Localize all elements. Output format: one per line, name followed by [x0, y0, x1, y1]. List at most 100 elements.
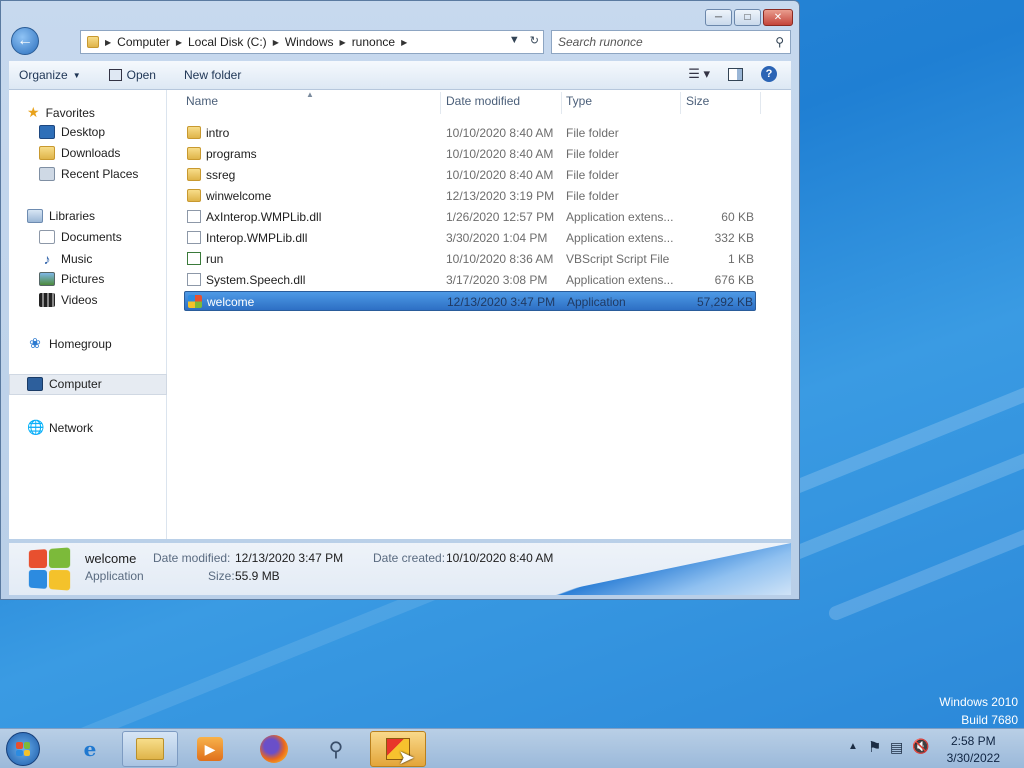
- downloads-icon: [39, 146, 55, 160]
- column-header-type[interactable]: Type: [566, 94, 592, 108]
- file-type: Application extens...: [566, 231, 674, 245]
- nav-desktop-label: Desktop: [61, 125, 106, 139]
- column-divider[interactable]: [760, 92, 761, 114]
- windows-logo-icon: [28, 547, 71, 591]
- address-controls: ▼ ↻: [509, 34, 539, 47]
- internet-explorer-taskbar-button[interactable]: e: [62, 731, 118, 767]
- file-type: Application extens...: [566, 273, 674, 287]
- close-button[interactable]: ✕: [763, 9, 793, 26]
- caption-buttons: ─ □ ✕: [705, 9, 793, 26]
- explorer-content: ★ Favorites Desktop Downloads Recent Pla…: [9, 90, 791, 539]
- explorer-taskbar-button[interactable]: [122, 731, 178, 767]
- media-player-taskbar-button[interactable]: ▶: [182, 731, 238, 767]
- help-icon[interactable]: ?: [761, 66, 777, 82]
- file-row[interactable]: System.Speech.dll 3/17/2020 3:08 PM Appl…: [184, 270, 756, 290]
- organize-label: Organize: [19, 68, 68, 82]
- column-divider[interactable]: [680, 92, 681, 114]
- firefox-taskbar-button[interactable]: [246, 731, 302, 767]
- file-type: Application: [567, 295, 626, 309]
- start-logo-yellow: [23, 749, 30, 756]
- dll-file-icon: [187, 210, 201, 223]
- file-type: File folder: [566, 126, 619, 140]
- back-button[interactable]: ←: [11, 27, 39, 55]
- nav-homegroup-label: Homegroup: [49, 336, 112, 351]
- nav-downloads[interactable]: Downloads: [39, 146, 120, 160]
- nav-pictures[interactable]: Pictures: [39, 272, 104, 286]
- folder-icon: [187, 126, 201, 139]
- nav-network[interactable]: 🌐 Network: [27, 419, 93, 436]
- breadcrumb-computer[interactable]: Computer: [117, 35, 170, 49]
- nav-music[interactable]: ♪ Music: [39, 251, 93, 267]
- maximize-button[interactable]: □: [734, 9, 761, 26]
- chevron-right-icon[interactable]: ▶: [176, 38, 182, 47]
- details-size: 55.9 MB: [235, 569, 280, 583]
- file-date: 1/26/2020 12:57 PM: [446, 210, 555, 224]
- nav-network-label: Network: [49, 420, 94, 435]
- taskbar-clock[interactable]: 2:58 PM 3/30/2022: [947, 733, 1000, 767]
- back-arrow-icon: ←: [17, 32, 33, 49]
- desktop-watermark: Windows 2010 Build 7680: [939, 693, 1018, 729]
- file-type: File folder: [566, 147, 619, 161]
- nav-libraries[interactable]: Libraries: [27, 209, 95, 223]
- dropdown-arrow-icon[interactable]: ▼: [509, 34, 520, 47]
- column-header-size[interactable]: Size: [686, 94, 709, 108]
- file-row-selected[interactable]: welcome 12/13/2020 3:47 PM Application 5…: [184, 291, 756, 311]
- nav-downloads-label: Downloads: [61, 146, 121, 160]
- file-row[interactable]: intro 10/10/2020 8:40 AM File folder: [184, 123, 756, 143]
- chevron-right-icon[interactable]: ▶: [105, 38, 111, 47]
- application-icon: [188, 295, 202, 308]
- nav-music-label: Music: [61, 252, 93, 266]
- chevron-right-icon[interactable]: ▶: [340, 38, 346, 47]
- column-divider[interactable]: [561, 92, 562, 114]
- new-folder-button[interactable]: New folder: [184, 68, 241, 82]
- minimize-button[interactable]: ─: [705, 9, 732, 26]
- details-pane: welcome Application Date modified: 12/13…: [9, 543, 791, 595]
- chevron-right-icon[interactable]: ▶: [401, 38, 407, 47]
- system-tray: ▲ ⚑ ▤ 🔇 2:58 PM 3/30/2022: [834, 729, 1024, 768]
- firefox-icon: [260, 735, 288, 763]
- breadcrumb-windows[interactable]: Windows: [285, 35, 334, 49]
- breadcrumb-local-disk[interactable]: Local Disk (C:): [188, 35, 267, 49]
- open-label: Open: [126, 68, 156, 82]
- start-button[interactable]: [6, 732, 40, 766]
- view-controls: ☰ ▾ ?: [688, 66, 777, 82]
- nav-videos-label: Videos: [61, 293, 98, 307]
- nav-libraries-label: Libraries: [49, 209, 96, 223]
- file-row[interactable]: run 10/10/2020 8:36 AM VBScript Script F…: [184, 249, 756, 269]
- star-icon: ★: [27, 104, 40, 120]
- nav-recent-places[interactable]: Recent Places: [39, 167, 138, 181]
- file-row[interactable]: ssreg 10/10/2020 8:40 AM File folder: [184, 165, 756, 185]
- column-header-name[interactable]: Name: [186, 94, 218, 108]
- open-button[interactable]: Open: [108, 68, 156, 82]
- network-status-icon[interactable]: ▤: [890, 739, 903, 756]
- show-hidden-icons-icon[interactable]: ▲: [848, 741, 858, 752]
- preview-pane-icon[interactable]: [728, 67, 743, 81]
- breadcrumb-runonce[interactable]: runonce: [352, 35, 395, 49]
- chevron-right-icon[interactable]: ▶: [273, 38, 279, 47]
- column-divider[interactable]: [440, 92, 441, 114]
- nav-desktop[interactable]: Desktop: [39, 125, 105, 139]
- file-row[interactable]: Interop.WMPLib.dll 3/30/2020 1:04 PM App…: [184, 228, 756, 248]
- search-tool-taskbar-button[interactable]: ⚲: [308, 731, 364, 767]
- search-input[interactable]: Search runonce ⚲: [551, 30, 791, 54]
- organize-button[interactable]: Organize ▼: [19, 68, 81, 82]
- file-date: 10/10/2020 8:40 AM: [446, 147, 554, 161]
- file-size: 1 KB: [727, 252, 754, 266]
- address-bar[interactable]: ▶ Computer ▶ Local Disk (C:) ▶ Windows ▶…: [80, 30, 544, 54]
- column-header-date-modified[interactable]: Date modified: [446, 94, 520, 108]
- nav-documents[interactable]: Documents: [39, 230, 122, 244]
- file-type: File folder: [566, 189, 619, 203]
- nav-computer[interactable]: Computer: [27, 377, 102, 391]
- libraries-icon: [27, 209, 43, 223]
- refresh-icon[interactable]: ↻: [530, 34, 539, 47]
- nav-favorites[interactable]: ★ Favorites: [27, 104, 95, 121]
- action-center-flag-icon[interactable]: ⚑: [868, 738, 881, 756]
- view-options-icon[interactable]: ☰ ▾: [688, 66, 710, 82]
- file-row[interactable]: programs 10/10/2020 8:40 AM File folder: [184, 144, 756, 164]
- file-row[interactable]: winwelcome 12/13/2020 3:19 PM File folde…: [184, 186, 756, 206]
- nav-videos[interactable]: Videos: [39, 293, 97, 307]
- file-row[interactable]: AxInterop.WMPLib.dll 1/26/2020 12:57 PM …: [184, 207, 756, 227]
- search-icon[interactable]: ⚲: [775, 35, 784, 49]
- nav-homegroup[interactable]: ❀ Homegroup: [27, 335, 112, 352]
- volume-muted-icon[interactable]: 🔇: [912, 738, 929, 755]
